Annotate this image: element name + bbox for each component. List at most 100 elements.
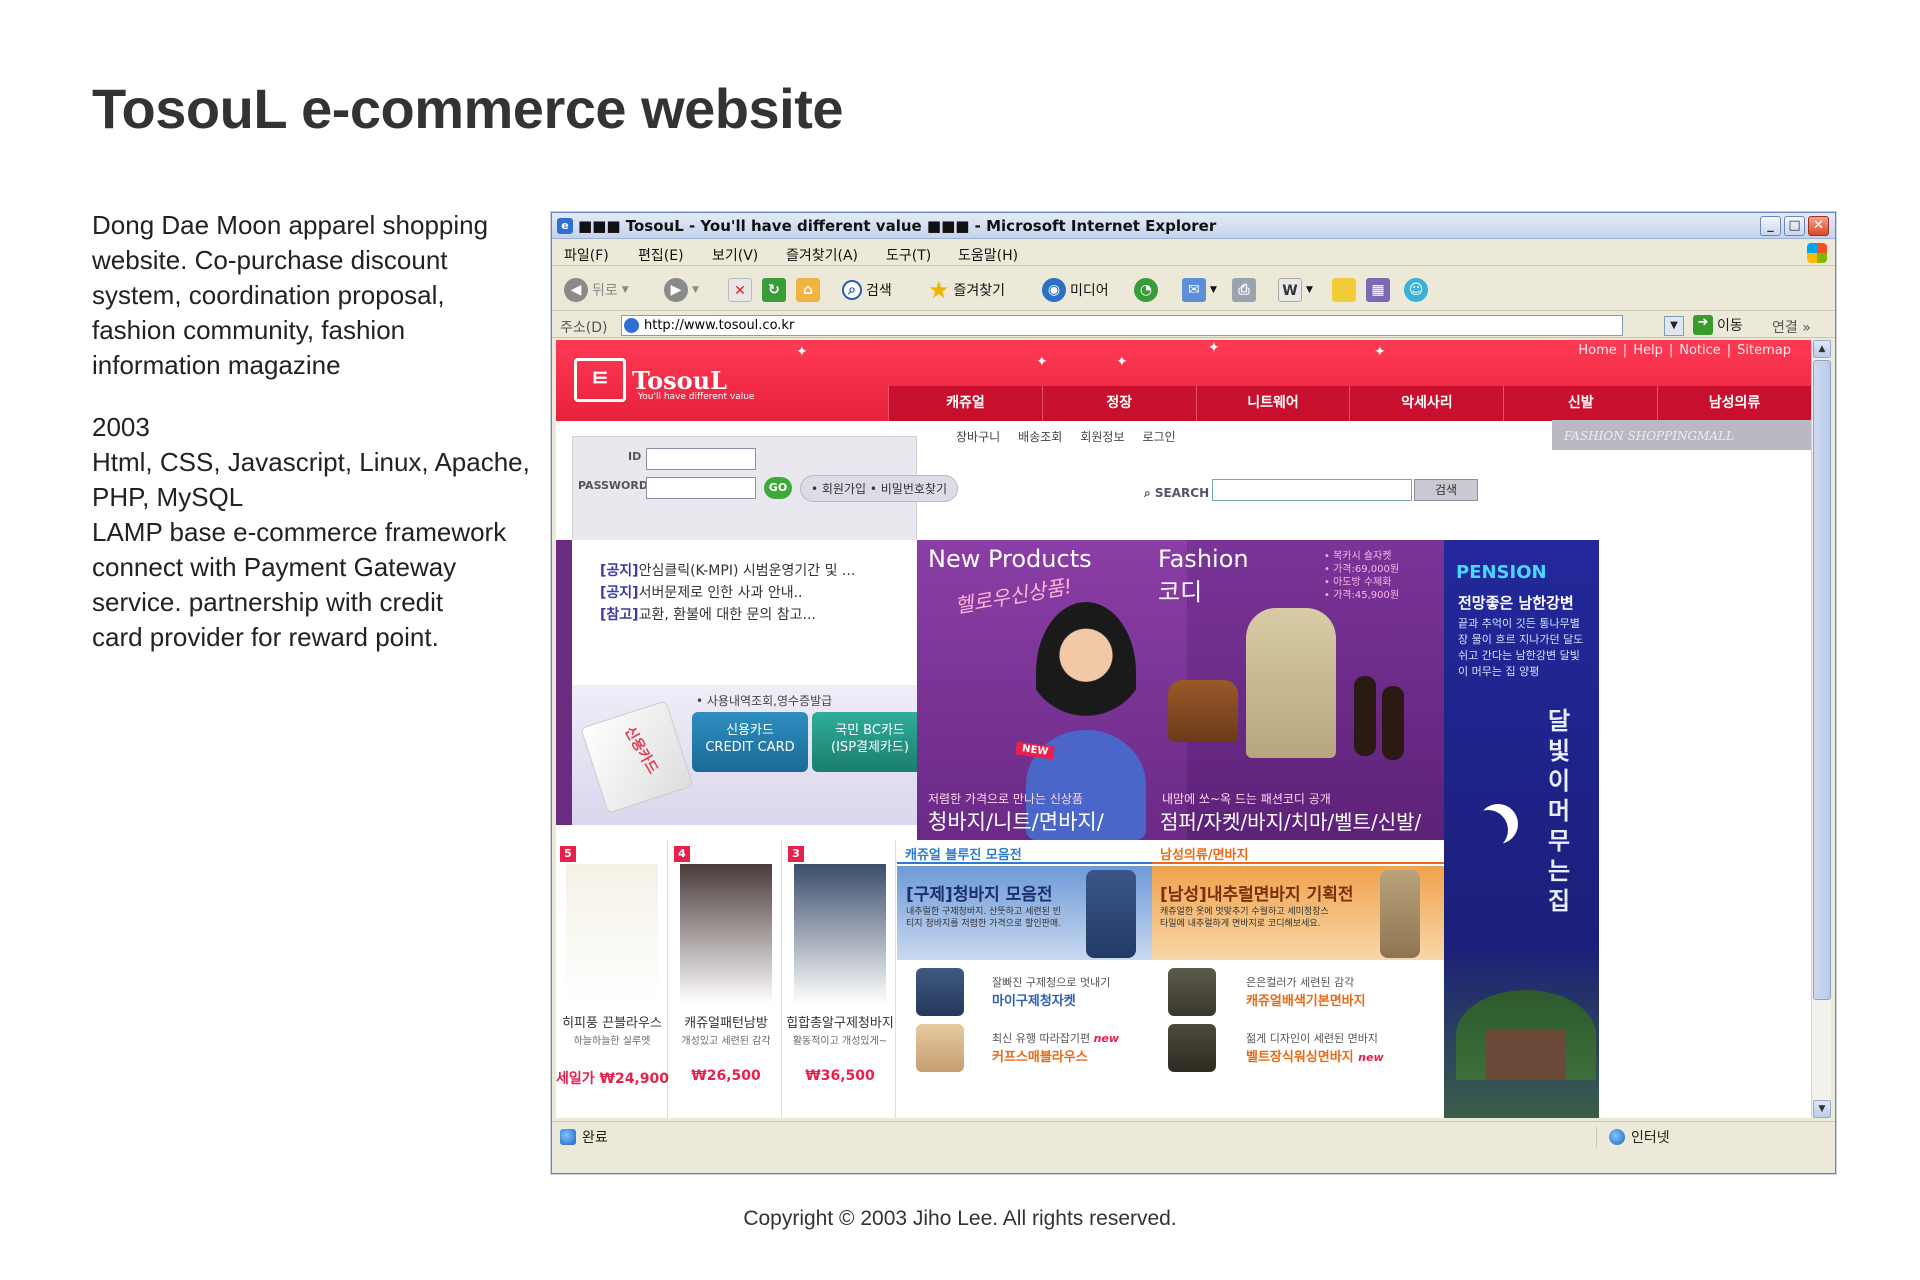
item-name[interactable]: 캐쥬얼배색기본면바지 <box>1246 990 1366 1009</box>
link-notice[interactable]: Notice <box>1679 343 1721 358</box>
login-go-button[interactable]: GO <box>764 477 792 499</box>
link-sitemap[interactable]: Sitemap <box>1737 343 1791 358</box>
category-formal[interactable]: 정장 <box>1041 386 1196 421</box>
notice-item[interactable]: [공지]안심클릭(K-MPI) 시범운영기간 및 ... <box>600 560 855 580</box>
forward-button[interactable]: ▶ ▼ <box>664 277 699 303</box>
product-card[interactable]: 4 캐쥬얼패턴남방 개성있고 세련된 감각 ₩26,500 <box>670 840 782 1118</box>
notice-tag: [공지] <box>600 563 639 579</box>
detail-line: service. partnership with credit <box>92 587 444 617</box>
scroll-down-button[interactable]: ▼ <box>1813 1100 1831 1118</box>
media-label: 미디어 <box>1070 283 1109 299</box>
category-menswear[interactable]: 남성의류 <box>1657 386 1811 421</box>
menu-view[interactable]: 보기(V) <box>712 245 758 265</box>
isp-card-button[interactable]: 국민 BC카드 (ISP결제카드) <box>812 712 928 772</box>
login-id-input[interactable] <box>646 448 756 470</box>
stop-button[interactable]: ✕ <box>728 277 752 303</box>
back-button[interactable]: ◀ 뒤로 ▼ <box>564 277 629 303</box>
favorites-button[interactable]: ★ 즐겨찾기 <box>928 276 1005 304</box>
discuss-button[interactable] <box>1332 277 1356 303</box>
product-name: 히피풍 끈블라우스 <box>562 1016 662 1031</box>
menu-favorites[interactable]: 즐겨찾기(A) <box>786 245 858 265</box>
page-icon <box>624 318 639 333</box>
refresh-button[interactable]: ↻ <box>762 277 786 303</box>
media-button[interactable]: ◉ 미디어 <box>1042 277 1109 303</box>
dropdown-arrow-icon: ▼ <box>692 285 699 295</box>
product-card[interactable]: 5 히피풍 끈블라우스 하늘하늘한 실루엣 세일가 ₩24,900 <box>556 840 669 1118</box>
item-name[interactable]: 마이구제청자켓 <box>992 990 1076 1009</box>
research-button[interactable]: ▦ <box>1366 277 1390 303</box>
internet-zone-icon <box>1609 1129 1625 1145</box>
title-bar[interactable]: e ■■■ TosouL - You'll have different val… <box>552 213 1835 239</box>
new-badge: new <box>1093 1032 1120 1045</box>
toolbar: ◀ 뒤로 ▼ ▶ ▼ ✕ ↻ ⌂ ⌕ 검색 ★ 즐겨찾기 ◉ 미디어 ◔ ✉ ▼… <box>552 267 1835 311</box>
new-products-title: New Products <box>928 545 1092 573</box>
credit-card-button[interactable]: 신용카드 CREDIT CARD <box>692 712 808 772</box>
item-name[interactable]: 커프스매블라우스 <box>992 1046 1088 1065</box>
link-help[interactable]: Help <box>1633 343 1663 358</box>
login-link[interactable]: 로그인 <box>1143 428 1176 444</box>
casual-section-header[interactable]: 캐쥬얼 블루진 모음전 <box>897 840 1152 864</box>
history-button[interactable]: ◔ <box>1134 277 1158 303</box>
product-price: ₩26,500 <box>691 1068 761 1084</box>
page-viewport: ㅌ TosouL You'll have different value Hom… <box>556 340 1811 1118</box>
forward-arrow-icon: ▶ <box>664 278 688 302</box>
search-button[interactable]: ⌕ 검색 <box>842 277 892 303</box>
dropdown-arrow-icon: ▼ <box>1306 285 1313 295</box>
minimize-button[interactable]: _ <box>1760 216 1781 236</box>
category-casual[interactable]: 캐쥬얼 <box>888 386 1042 421</box>
back-arrow-icon: ◀ <box>564 278 588 302</box>
member-link[interactable]: 회원정보 <box>1080 428 1124 444</box>
item-name[interactable]: 벨트장식워싱면바지 new <box>1246 1046 1384 1065</box>
address-dropdown-button[interactable]: ▼ <box>1664 316 1684 336</box>
history-icon: ◔ <box>1134 278 1158 302</box>
go-button[interactable]: ➜ 이동 <box>1693 315 1743 335</box>
status-bar: 완료 인터넷 <box>552 1121 1835 1149</box>
refresh-icon: ↻ <box>762 278 786 302</box>
messenger-icon: ☺ <box>1404 278 1428 302</box>
home-button[interactable]: ⌂ <box>796 277 820 303</box>
item-thumbnail <box>916 968 964 1016</box>
item-thumbnail <box>916 1024 964 1072</box>
jeans-banner-title: [구제]청바지 모음전 <box>906 885 1053 905</box>
menu-edit[interactable]: 편집(E) <box>638 245 684 265</box>
notice-item[interactable]: [공지]서버문제로 인한 사과 안내.. <box>600 582 803 602</box>
item-desc: 젊게 디자인이 세련된 면바지 <box>1246 1032 1378 1045</box>
address-input[interactable]: http://www.tosoul.co.kr <box>621 315 1623 336</box>
product-image <box>794 864 886 1004</box>
scroll-thumb[interactable] <box>1813 360 1831 1000</box>
links-button[interactable]: 연결 » <box>1772 317 1811 337</box>
search-icon: ⌕ <box>842 280 862 300</box>
site-search-input[interactable] <box>1212 479 1412 501</box>
home-icon: ⌂ <box>796 278 820 302</box>
cart-link[interactable]: 장바구니 <box>956 428 1000 444</box>
menu-help[interactable]: 도움말(H) <box>958 245 1018 265</box>
menu-tools[interactable]: 도구(T) <box>886 245 931 265</box>
pension-title: PENSION <box>1456 562 1547 583</box>
join-find-password-links[interactable]: • 회원가입 • 비밀번호찾기 <box>800 475 959 502</box>
mail-button[interactable]: ✉ ▼ <box>1182 277 1217 303</box>
product-name: 힙합총알구제청바지 <box>786 1016 894 1031</box>
category-accessories[interactable]: 악세사리 <box>1349 386 1503 421</box>
delivery-link[interactable]: 배송조회 <box>1018 428 1062 444</box>
maximize-button[interactable]: □ <box>1784 216 1805 236</box>
category-shoes[interactable]: 신발 <box>1503 386 1657 421</box>
product-card[interactable]: 3 힙합총알구제청바지 활동적이고 개성있게~ ₩36,500 <box>784 840 896 1118</box>
notice-item[interactable]: [참고]교환, 환불에 대한 문의 참고... <box>600 604 816 624</box>
edit-button[interactable]: W ▼ <box>1278 277 1313 303</box>
mens-section-header[interactable]: 남성의류/면바지 <box>1152 840 1444 864</box>
vertical-scrollbar[interactable]: ▲ ▼ <box>1811 340 1831 1118</box>
status-text: 완료 <box>582 1130 608 1146</box>
close-button[interactable]: ✕ <box>1808 216 1829 236</box>
jeans-model-image <box>1086 870 1136 958</box>
messenger-button[interactable]: ☺ <box>1404 277 1428 303</box>
print-button[interactable]: ⎙ <box>1232 277 1256 303</box>
category-knitwear[interactable]: 니트웨어 <box>1195 386 1350 421</box>
category-nav: 캐쥬얼 정장 니트웨어 악세사리 신발 남성의류 <box>888 386 1811 421</box>
link-home[interactable]: Home <box>1578 343 1616 358</box>
scroll-up-button[interactable]: ▲ <box>1813 340 1831 358</box>
login-password-input[interactable] <box>646 477 756 499</box>
site-search-button[interactable]: 검색 <box>1414 479 1478 501</box>
rank-badge: 3 <box>788 846 804 862</box>
menu-file[interactable]: 파일(F) <box>564 245 609 265</box>
house-image <box>1486 1030 1566 1080</box>
